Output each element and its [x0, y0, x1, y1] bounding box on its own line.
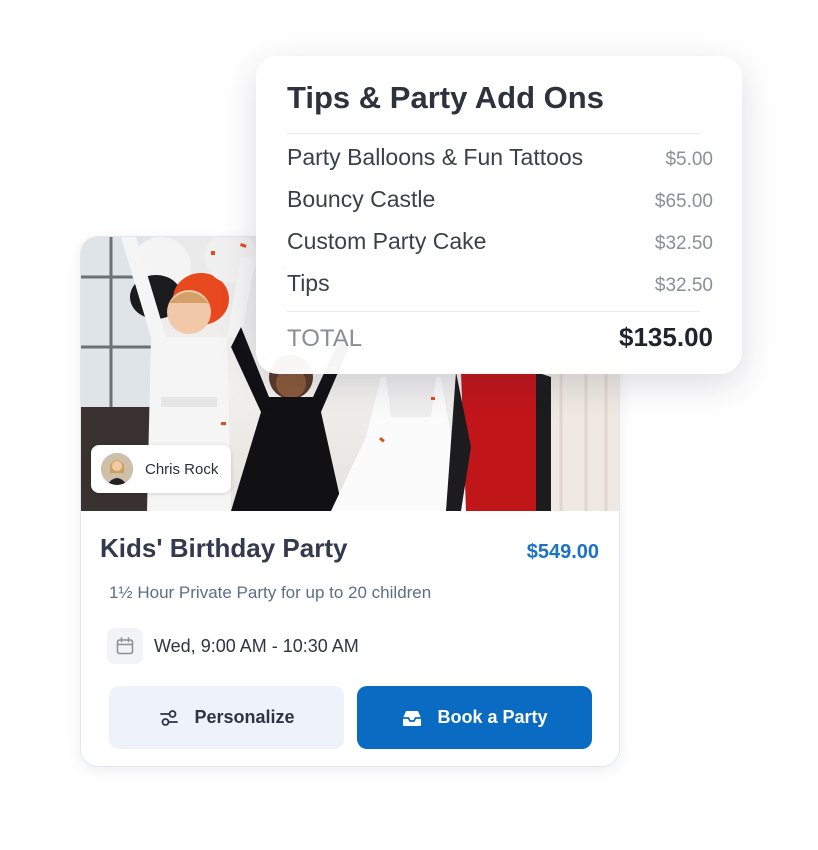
- addon-price: $65.00: [654, 191, 713, 212]
- total-value: $135.00: [619, 322, 713, 352]
- total-row: TOTAL $135.00: [287, 322, 713, 353]
- total-label: TOTAL: [287, 325, 363, 352]
- avatar-image: [101, 453, 133, 485]
- addon-price: $5.00: [665, 149, 713, 170]
- addon-name: Custom Party Cake: [287, 228, 487, 254]
- addon-name: Tips: [287, 270, 330, 296]
- event-title: Kids' Birthday Party: [100, 533, 348, 563]
- addon-name: Party Balloons & Fun Tattoos: [287, 144, 584, 170]
- addons-title-divider: [287, 133, 700, 134]
- event-schedule: Wed, 9:00 AM - 10:30 AM: [107, 628, 359, 664]
- event-price: $549.00: [526, 541, 599, 563]
- addon-price: $32.50: [654, 233, 713, 254]
- addon-price: $32.50: [654, 275, 713, 296]
- addon-row: Tips $32.50: [287, 270, 713, 297]
- personalize-label: Personalize: [194, 707, 295, 727]
- book-party-label: Book a Party: [437, 707, 548, 727]
- inbox-icon: [403, 710, 422, 726]
- avatar: [101, 453, 133, 485]
- addon-row: Bouncy Castle $65.00: [287, 186, 713, 213]
- addons-title: Tips & Party Add Ons: [287, 80, 604, 115]
- calendar-icon: [107, 628, 143, 664]
- total-divider: [287, 311, 700, 312]
- addon-row: Custom Party Cake $32.50: [287, 228, 713, 255]
- addon-name: Bouncy Castle: [287, 186, 436, 212]
- addons-panel: Tips & Party Add Ons Party Balloons & Fu…: [256, 56, 742, 374]
- host-badge[interactable]: Chris Rock: [91, 445, 231, 493]
- book-party-button[interactable]: Book a Party: [357, 686, 592, 749]
- schedule-text: Wed, 9:00 AM - 10:30 AM: [154, 635, 359, 656]
- host-name: Chris Rock: [145, 460, 219, 478]
- personalize-button[interactable]: Personalize: [109, 686, 344, 749]
- addon-row: Party Balloons & Fun Tattoos $5.00: [287, 144, 713, 171]
- sliders-icon: [160, 709, 179, 726]
- event-subtitle: 1½ Hour Private Party for up to 20 child…: [109, 583, 432, 602]
